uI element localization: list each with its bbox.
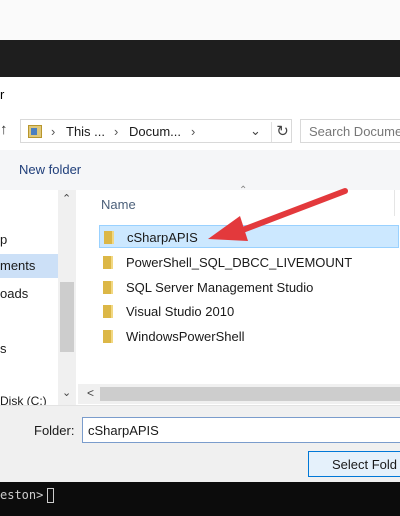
nav-item-pictures[interactable]: s [0,337,58,361]
scroll-left-icon[interactable]: < [87,386,94,400]
documents-folder-icon [28,125,42,138]
nav-item-documents[interactable]: ments [0,254,58,278]
scroll-down-icon[interactable]: ⌄ [62,386,71,399]
folder-icon [103,305,113,318]
chevron-right-icon[interactable]: › [51,124,55,139]
folder-icon [103,256,113,269]
nav-item-label: oads [0,286,29,301]
folder-icon [103,281,113,294]
list-item[interactable]: WindowsPowerShell [99,325,399,348]
dialog-footer: Folder: cSharpAPIS Select Fold [0,406,400,482]
folder-name: PowerShell_SQL_DBCC_LIVEMOUNT [126,255,353,270]
nav-item-label: p [0,232,8,247]
nav-item-label: s [0,341,7,356]
breadcrumb-documents[interactable]: Docum... [129,124,181,139]
refresh-icon[interactable]: ↻ [271,122,293,142]
list-item[interactable]: PowerShell_SQL_DBCC_LIVEMOUNT [99,251,399,274]
folder-name-value: cSharpAPIS [88,423,159,438]
dialog-title-fragment: r [0,87,5,102]
chevron-right-icon[interactable]: › [114,124,118,139]
select-folder-label: Select Fold [332,457,398,472]
address-row: ↑ › This ... › Docum... › ⌄ ↻ Search Doc… [0,117,400,145]
chevron-down-icon[interactable]: ⌄ [250,123,261,139]
terminal-window: eston> [0,482,400,516]
folder-name: WindowsPowerShell [126,329,245,344]
chevron-right-icon[interactable]: › [191,124,195,139]
terminal-prompt[interactable]: eston> [0,488,55,503]
folder-name: cSharpAPIS [127,230,198,245]
nav-item-label: ments [0,258,36,273]
select-folder-button[interactable]: Select Fold [308,451,400,477]
search-placeholder: Search Docume [309,124,400,139]
folder-icon [104,231,114,244]
column-divider[interactable] [394,190,395,216]
folder-name: Visual Studio 2010 [126,304,235,319]
new-folder-button[interactable]: New folder [19,162,81,177]
text-cursor [47,488,55,503]
scroll-up-icon[interactable]: ⌃ [62,192,71,205]
command-bar: New folder [0,150,400,190]
desktop-strip [0,0,400,40]
terminal-prompt-text: eston> [0,488,44,502]
list-item[interactable]: SQL Server Management Studio [99,276,399,299]
breadcrumb-this-pc[interactable]: This ... [66,124,105,139]
search-input[interactable]: Search Docume [300,119,400,143]
folder-name: SQL Server Management Studio [126,280,314,295]
folder-name-field[interactable]: cSharpAPIS [82,417,400,443]
nav-item-downloads[interactable]: oads [0,282,58,306]
up-arrow-icon[interactable]: ↑ [0,121,8,138]
folder-icon [103,330,113,343]
screenshot-root: r ↑ › This ... › Docum... › ⌄ ↻ Search D… [0,0,400,516]
nav-scrollbar[interactable]: ⌃ ⌄ [58,190,76,406]
address-bar[interactable]: › This ... › Docum... › ⌄ ↻ [20,119,292,143]
file-list: ⌃ Name cSharpAPIS PowerShell_SQL_DBCC_LI… [78,185,400,406]
column-header-name[interactable]: Name [101,197,136,212]
folder-label: Folder: [34,423,75,438]
scrollbar-thumb[interactable] [60,282,74,352]
list-item[interactable]: cSharpAPIS [99,225,399,248]
sort-ascending-icon: ⌃ [239,185,248,196]
dark-title-band [0,40,400,77]
nav-item-desktop[interactable]: p [0,228,58,252]
list-item[interactable]: Visual Studio 2010 [99,300,399,323]
scrollbar-thumb[interactable] [100,387,400,401]
horizontal-scrollbar[interactable]: < [78,384,400,404]
